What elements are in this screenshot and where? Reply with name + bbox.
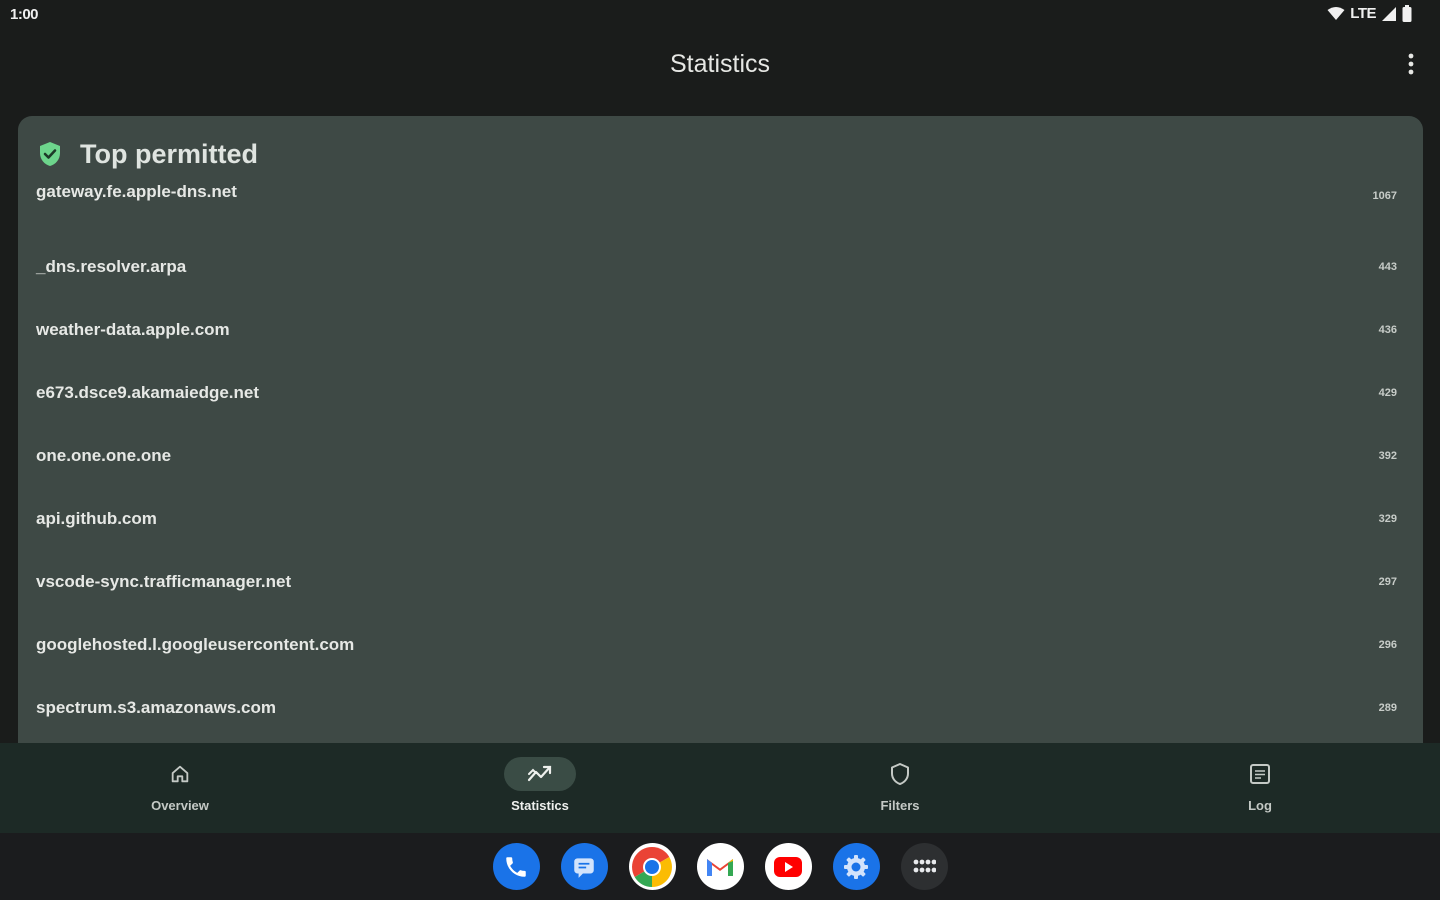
status-time: 1:00 (10, 6, 39, 23)
request-count: 296 (1378, 638, 1397, 651)
card-title: Top permitted (80, 138, 258, 169)
nav-item-overview[interactable]: Overview (0, 743, 360, 833)
status-icons: LTE (1327, 5, 1412, 22)
domain-name: one.one.one.one (36, 445, 172, 465)
list-item[interactable]: one.one.one.one 392 (18, 424, 1423, 487)
domain-name: spectrum.s3.amazonaws.com (36, 697, 276, 717)
settings-icon (844, 854, 868, 879)
list-item[interactable]: api.github.com 329 (18, 487, 1423, 550)
domain-name: api.github.com (36, 508, 157, 528)
list-item[interactable]: vscode-sync.trafficmanager.net 297 (18, 550, 1423, 613)
messages-icon (574, 857, 594, 878)
app-dock (0, 833, 1440, 900)
domain-list: gateway.fe.apple-dns.net 1067 _dns.resol… (18, 172, 1423, 739)
domain-name: _dns.resolver.arpa (36, 256, 187, 276)
list-item[interactable]: gateway.fe.apple-dns.net 1067 (18, 172, 1423, 202)
app-bar: Statistics (0, 28, 1440, 100)
network-type: LTE (1350, 5, 1376, 22)
home-icon (171, 765, 189, 783)
battery-icon (1402, 5, 1412, 22)
shield-icon (891, 763, 909, 785)
request-count: 329 (1378, 512, 1397, 525)
request-count: 443 (1378, 260, 1397, 273)
nav-label: Overview (151, 798, 209, 813)
chrome-app[interactable] (628, 843, 676, 890)
phone-icon (506, 856, 526, 877)
request-count: 1067 (1372, 190, 1397, 202)
gmail-app[interactable] (696, 843, 744, 890)
wifi-icon (1327, 7, 1345, 20)
request-count: 436 (1378, 323, 1397, 336)
log-icon (1250, 764, 1270, 784)
list-item[interactable]: _dns.resolver.arpa 443 (18, 235, 1423, 298)
more-vert-icon (1408, 53, 1414, 75)
screen: 1:00 LTE Statistics Top permitted gatewa… (0, 0, 1440, 900)
app-drawer[interactable] (900, 843, 948, 890)
nav-item-log[interactable]: Log (1080, 743, 1440, 833)
domain-name: vscode-sync.trafficmanager.net (36, 571, 292, 591)
shield-check-icon (40, 142, 60, 166)
list-item[interactable]: googlehosted.l.googleusercontent.com 296 (18, 613, 1423, 676)
settings-app[interactable] (832, 843, 880, 890)
top-permitted-card: Top permitted gateway.fe.apple-dns.net 1… (18, 116, 1423, 776)
request-count: 297 (1378, 575, 1397, 588)
card-header: Top permitted (38, 138, 258, 170)
domain-name: weather-data.apple.com (36, 319, 230, 339)
trending-icon (527, 765, 552, 782)
messages-app[interactable] (560, 843, 608, 890)
request-count: 289 (1378, 701, 1397, 714)
nav-label: Log (1248, 798, 1272, 813)
gmail-icon (707, 858, 733, 876)
nav-item-filters[interactable]: Filters (720, 743, 1080, 833)
page-title: Statistics (669, 50, 771, 78)
phone-app[interactable] (492, 843, 540, 890)
list-item[interactable]: spectrum.s3.amazonaws.com 289 (18, 676, 1423, 739)
list-item[interactable]: e673.dsce9.akamaiedge.net 429 (18, 361, 1423, 424)
youtube-icon (774, 856, 802, 877)
nav-label: Statistics (511, 798, 569, 813)
domain-name: googlehosted.l.googleusercontent.com (36, 634, 355, 654)
domain-name: gateway.fe.apple-dns.net (36, 182, 237, 201)
bottom-navigation: Overview Statistics Filters Log (0, 743, 1440, 833)
status-bar: 1:00 LTE (0, 0, 1440, 28)
nav-label: Filters (880, 798, 920, 813)
more-options-button[interactable] (1400, 48, 1422, 80)
youtube-app[interactable] (764, 843, 812, 890)
request-count: 429 (1378, 386, 1397, 399)
domain-name: e673.dsce9.akamaiedge.net (36, 382, 260, 402)
request-count: 392 (1378, 449, 1397, 462)
nav-item-statistics[interactable]: Statistics (360, 743, 720, 833)
app-drawer-icon (913, 859, 936, 872)
list-item[interactable]: weather-data.apple.com 436 (18, 298, 1423, 361)
chrome-icon (632, 846, 672, 887)
signal-icon (1382, 6, 1396, 21)
